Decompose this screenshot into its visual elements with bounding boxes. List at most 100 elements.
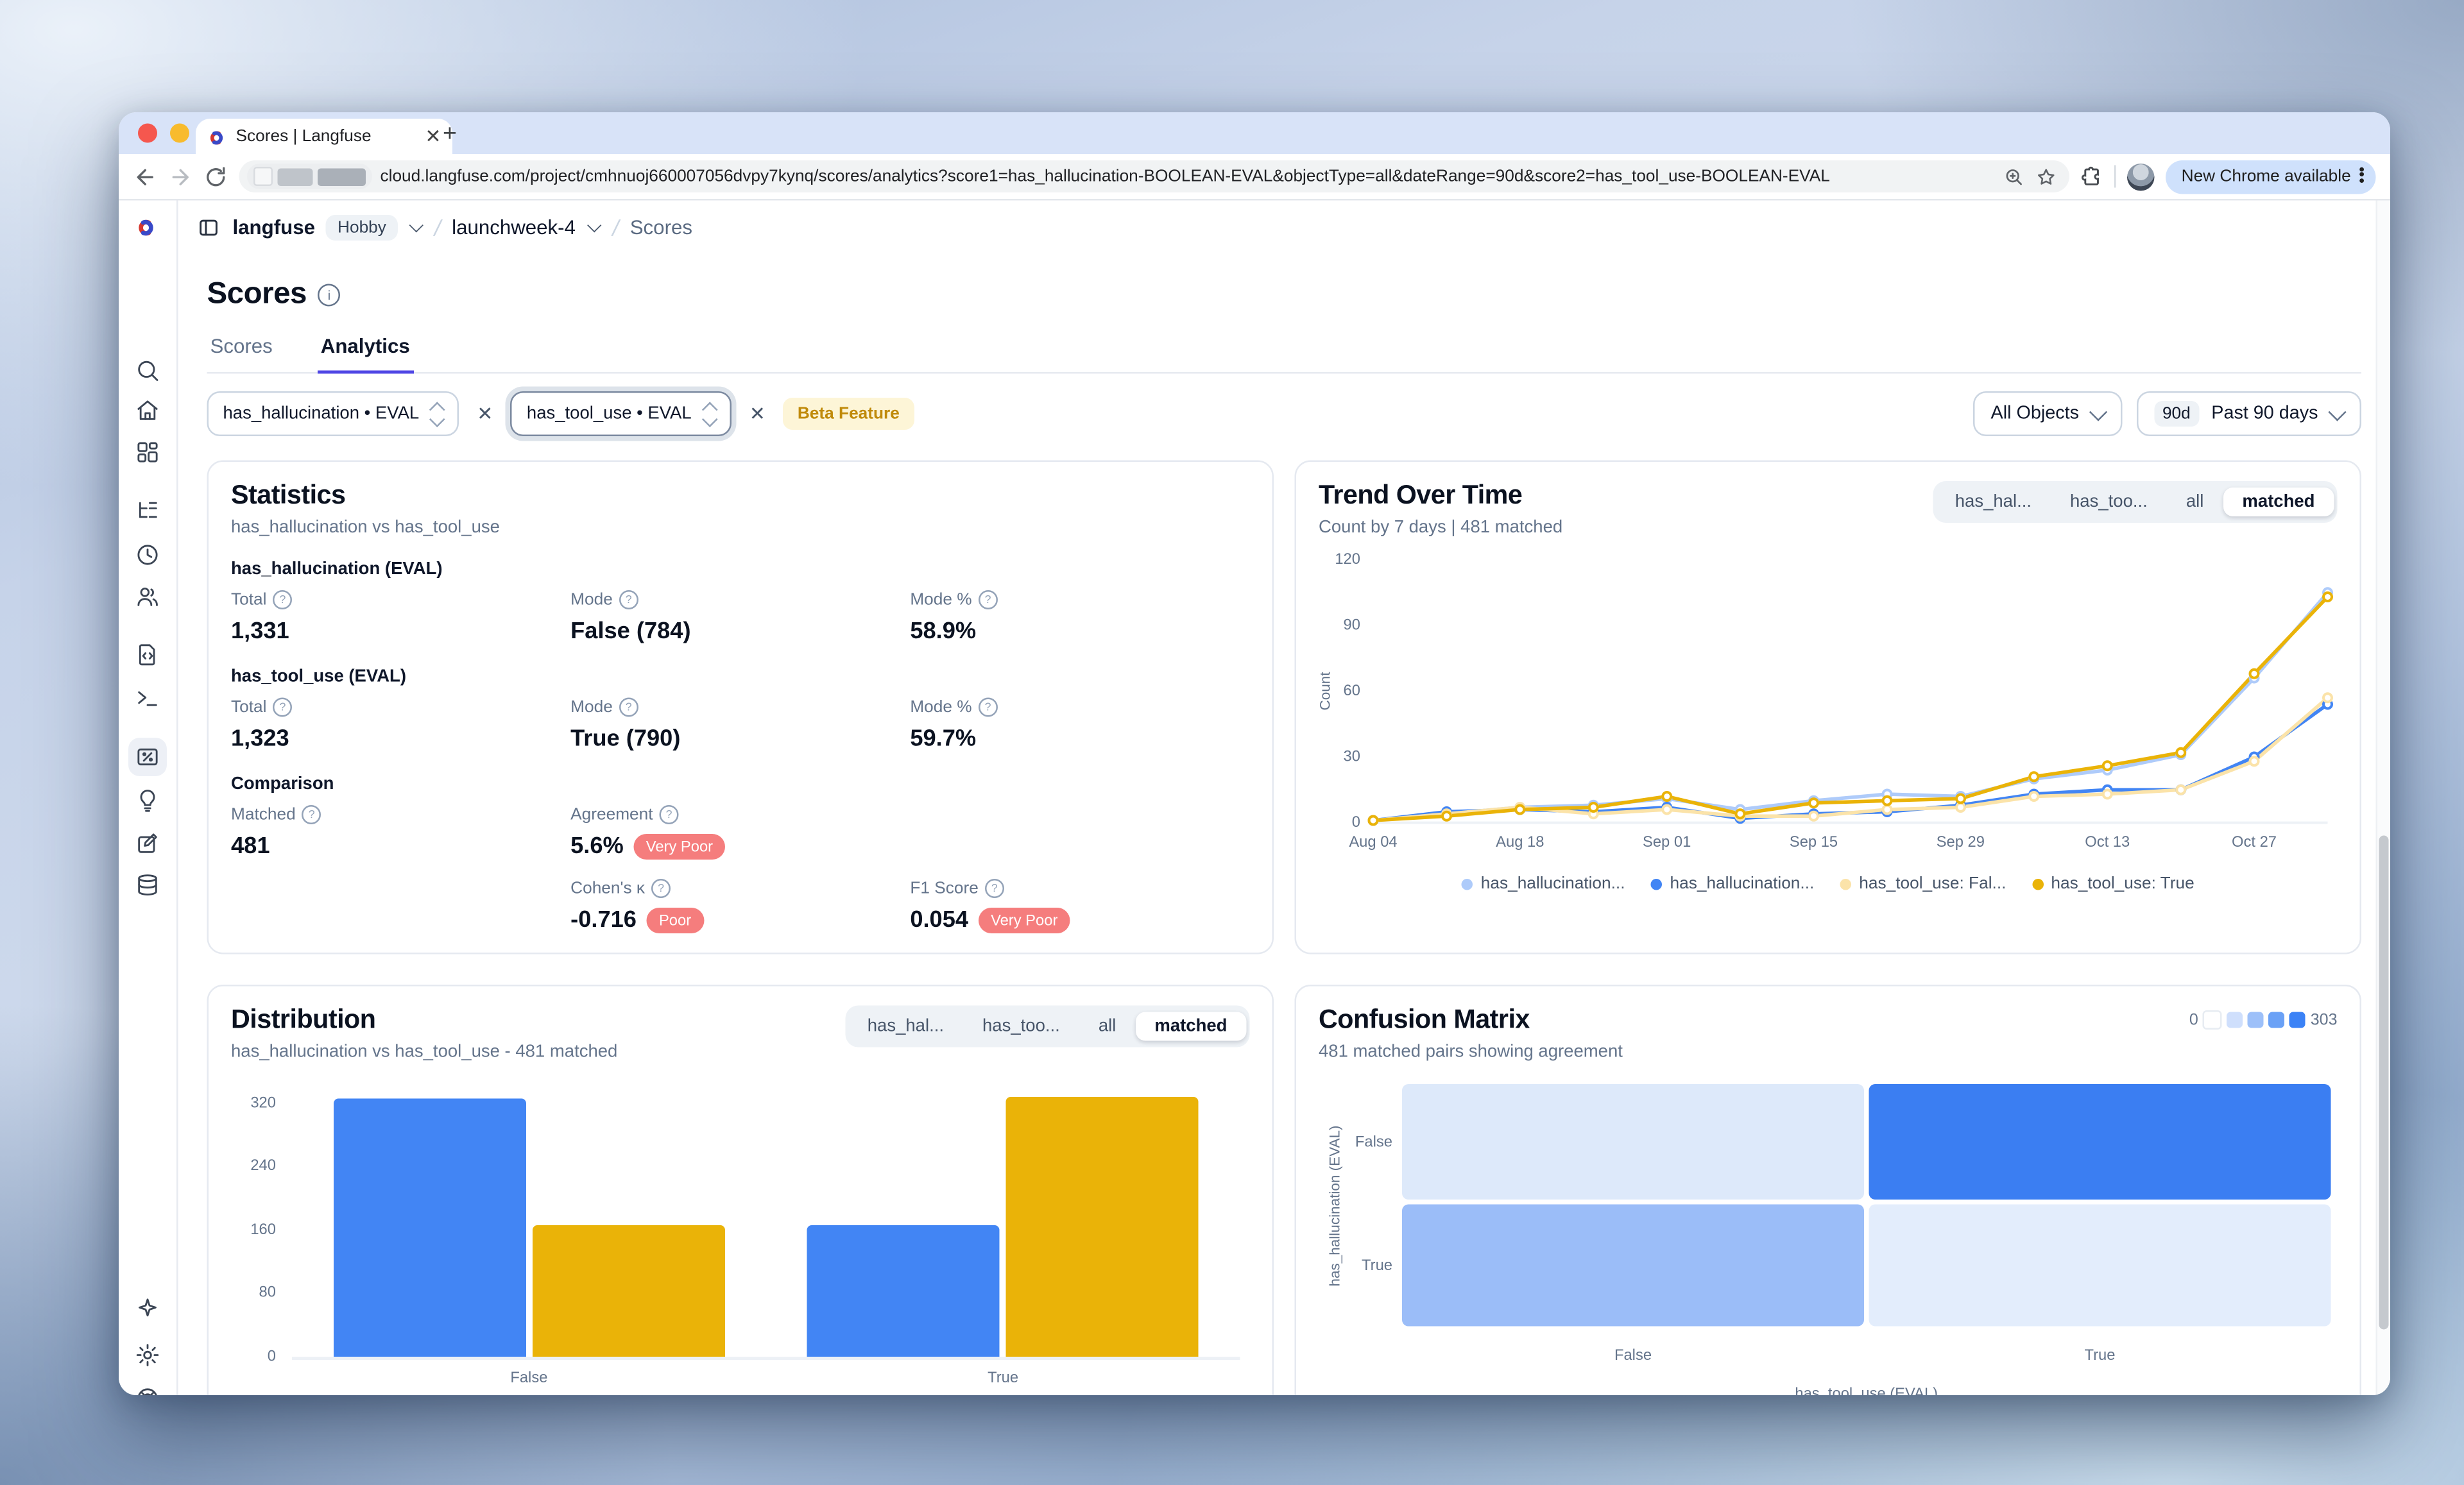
help-icon[interactable]: ? (979, 590, 998, 609)
sidebar-item-scores-icon[interactable] (128, 738, 167, 776)
browser-tab[interactable]: Scores | Langfuse ✕ (196, 119, 452, 154)
help-icon[interactable]: ? (979, 698, 998, 717)
beta-feature-badge: Beta Feature (783, 398, 914, 430)
info-icon[interactable]: i (318, 284, 340, 307)
sidebar-item-playground-terminal-icon[interactable] (135, 685, 160, 711)
tab-analytics[interactable]: Analytics (318, 335, 413, 374)
sidebar-item-annotation-icon[interactable] (135, 831, 160, 856)
sidebar-rail: M (119, 201, 178, 1396)
zoom-icon[interactable] (2003, 166, 2024, 187)
statistics-card: Statistics has_hallucination vs has_tool… (207, 461, 1274, 955)
sidebar-item-tracing-icon[interactable] (135, 499, 160, 525)
legend-item: has_tool_use: Fal... (1840, 874, 2006, 894)
project-chevron-down-icon[interactable] (587, 218, 601, 232)
help-icon[interactable]: ? (273, 698, 292, 717)
sidebar-item-whats-new-sparkle-icon[interactable] (135, 1296, 160, 1321)
browser-toolbar: cloud.langfuse.com/project/cmhnuoj660007… (119, 154, 2390, 201)
segment-button-hashal[interactable]: has_hal... (1936, 488, 2051, 516)
extensions-puzzle-icon[interactable] (2080, 165, 2103, 188)
tab-scores[interactable]: Scores (207, 335, 276, 373)
help-icon[interactable]: ? (619, 698, 638, 717)
metric-mode: Mode ? False (784) (570, 590, 910, 645)
select-updown-icon (705, 403, 716, 425)
quality-badge: Very Poor (633, 834, 726, 860)
bar-has_hallucination-True[interactable] (807, 1225, 1000, 1357)
page-scrollbar[interactable] (2376, 201, 2391, 1396)
matrix-cell-True-True[interactable] (1869, 1205, 2331, 1327)
trend-subtitle: Count by 7 days | 481 matched (1319, 518, 1562, 538)
sidebar-item-evaluation-lightbulb-icon[interactable] (135, 788, 160, 813)
chevron-down-icon (2328, 402, 2346, 420)
quality-badge: Poor (646, 908, 704, 933)
org-name[interactable]: langfuse (233, 217, 316, 239)
bar-has_tool_use-False[interactable] (532, 1225, 724, 1357)
breadcrumb: langfuse Hobby / launchweek-4 / Scores (233, 215, 692, 241)
tab-close-icon[interactable]: ✕ (425, 127, 441, 146)
help-icon[interactable]: ? (302, 805, 321, 824)
scrollbar-thumb[interactable] (2379, 836, 2389, 1330)
help-icon[interactable]: ? (660, 805, 679, 824)
new-tab-button[interactable]: + (443, 121, 457, 148)
score2-select[interactable]: has_tool_use • EVAL (511, 391, 732, 436)
close-window-button[interactable] (138, 124, 157, 143)
sidebar-item-home-icon[interactable] (135, 398, 160, 423)
page-tabs: Scores Analytics (207, 335, 2362, 374)
trend-card: Trend Over Time Count by 7 days | 481 ma… (1295, 461, 2362, 955)
distribution-view-segment: has_hal...has_too...allmatched (845, 1006, 1250, 1048)
legend-item: has_hallucination... (1651, 874, 1815, 894)
help-icon[interactable]: ? (985, 879, 1004, 898)
score2-value: has_tool_use • EVAL (527, 404, 692, 423)
sidebar-item-datasets-database-icon[interactable] (135, 872, 160, 898)
segment-button-hastoo[interactable]: has_too... (963, 1012, 1079, 1041)
object-type-select[interactable]: All Objects (1973, 391, 2122, 436)
sidebar-item-search-icon[interactable] (135, 358, 160, 384)
breadcrumb-divider: / (610, 215, 621, 241)
chrome-menu-icon[interactable]: ••• (2359, 168, 2365, 185)
score2-remove-icon[interactable]: ✕ (746, 403, 769, 425)
segment-button-matched[interactable]: matched (2223, 488, 2334, 516)
score1-select[interactable]: has_hallucination • EVAL (207, 391, 459, 436)
metric-total: Total ? 1,331 (231, 590, 570, 645)
help-icon[interactable]: ? (651, 879, 671, 898)
matrix-cell-True-False[interactable] (1402, 1205, 1864, 1327)
back-icon[interactable] (133, 164, 158, 189)
sidebar-item-users-icon[interactable] (135, 584, 160, 609)
project-name[interactable]: launchweek-4 (452, 217, 576, 239)
score1-value: has_hallucination • EVAL (223, 404, 420, 423)
segment-button-matched[interactable]: matched (1135, 1012, 1246, 1041)
segment-button-all[interactable]: all (1079, 1012, 1136, 1041)
chrome-update-pill[interactable]: New Chrome available ••• (2166, 160, 2376, 194)
bar-has_hallucination-False[interactable] (333, 1099, 526, 1357)
bar-has_tool_use-True[interactable] (1006, 1098, 1199, 1357)
plan-badge: Hobby (327, 215, 398, 241)
tab-title: Scores | Langfuse (236, 127, 416, 146)
app-header: langfuse Hobby / launchweek-4 / Scores (178, 201, 2391, 255)
address-bar[interactable]: cloud.langfuse.com/project/cmhnuoj660007… (239, 160, 2069, 192)
forward-icon[interactable] (169, 164, 193, 189)
page-title: Scores (207, 278, 307, 313)
date-range-badge: 90d (2154, 401, 2198, 427)
langfuse-logo-icon (135, 217, 157, 239)
profile-avatar[interactable] (2127, 163, 2155, 191)
sidebar-item-support-lifebuoy-icon[interactable] (135, 1386, 160, 1395)
distribution-card: Distribution has_hallucination vs has_to… (207, 985, 1274, 1395)
segment-button-hastoo[interactable]: has_too... (2051, 488, 2167, 516)
matrix-cell-False-True[interactable] (1869, 1084, 2331, 1200)
help-icon[interactable]: ? (619, 590, 638, 609)
score1-remove-icon[interactable]: ✕ (474, 403, 496, 425)
minimize-window-button[interactable] (170, 124, 189, 143)
reload-icon[interactable] (204, 164, 228, 189)
sidebar-item-dashboard-icon[interactable] (135, 439, 160, 465)
metric-total: Total ? 1,323 (231, 698, 570, 752)
sidebar-item-prompts-file-icon[interactable] (135, 641, 160, 667)
matrix-cell-False-False[interactable] (1402, 1084, 1864, 1200)
sidebar-item-settings-gear-icon[interactable] (135, 1343, 160, 1368)
segment-button-all[interactable]: all (2167, 488, 2223, 516)
org-chevron-down-icon[interactable] (409, 218, 423, 232)
date-range-select[interactable]: 90d Past 90 days (2137, 391, 2361, 436)
sidebar-toggle-icon[interactable] (198, 217, 220, 239)
bookmark-star-icon[interactable] (2035, 166, 2057, 187)
help-icon[interactable]: ? (273, 590, 292, 609)
sidebar-item-sessions-clock-icon[interactable] (135, 542, 160, 568)
segment-button-hashal[interactable]: has_hal... (848, 1012, 963, 1041)
